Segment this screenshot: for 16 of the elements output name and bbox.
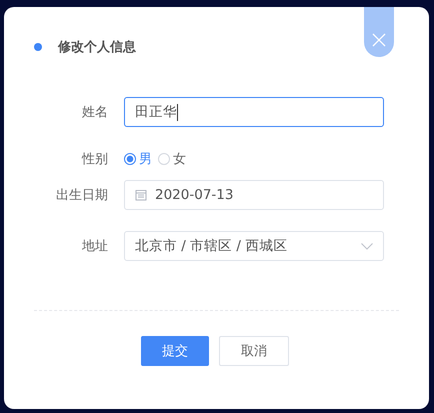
close-icon[interactable]: [364, 7, 394, 57]
submit-button[interactable]: 提交: [141, 336, 209, 366]
cancel-button[interactable]: 取消: [219, 336, 289, 366]
field-label: 姓名: [81, 104, 108, 121]
field-label: 出生日期: [55, 187, 108, 204]
dialog-title: 修改个人信息: [58, 39, 136, 56]
name-field[interactable]: 田正华: [124, 97, 384, 127]
gender-radio[interactable]: 女: [158, 150, 186, 168]
field-label: 性别: [80, 151, 108, 168]
date-field[interactable]: 2020-07-13: [124, 180, 384, 210]
title-dot: [34, 43, 42, 51]
address-select[interactable]: 北京市 / 市辖区 / 西城区: [124, 231, 384, 261]
field-label: 地址: [81, 238, 108, 255]
calendar-icon: [135, 189, 147, 201]
gender-radio[interactable]: 男: [124, 150, 152, 168]
chevron-down-icon: [361, 242, 373, 250]
